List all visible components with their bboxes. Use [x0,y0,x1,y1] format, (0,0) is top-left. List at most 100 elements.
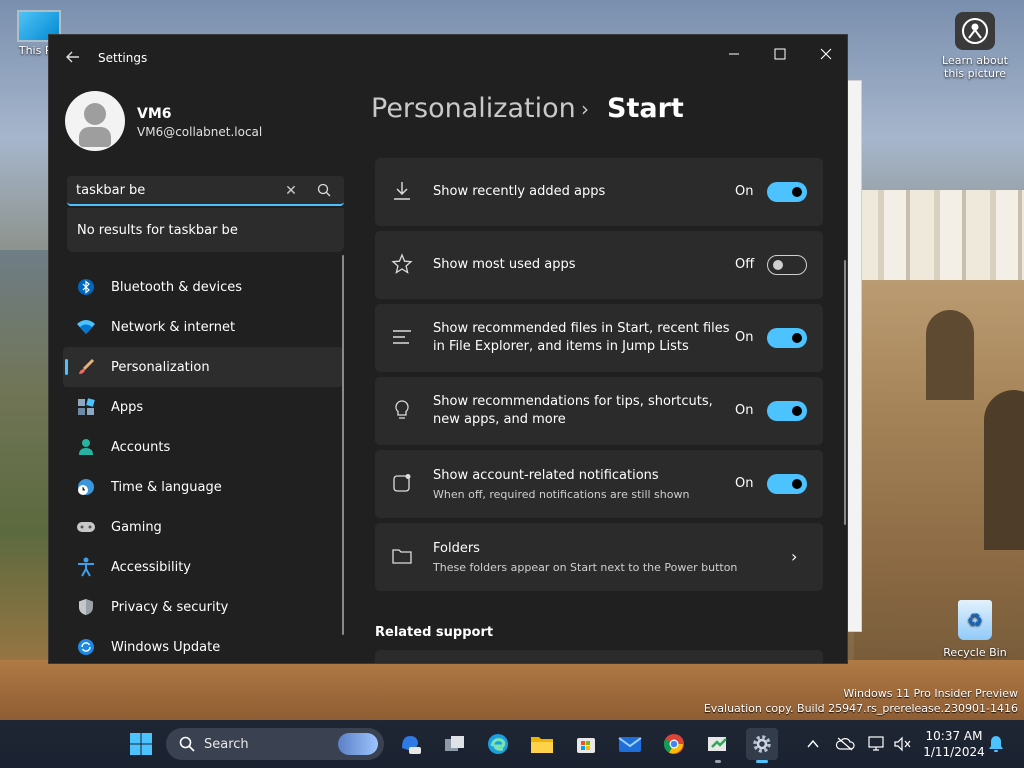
edge-icon [488,734,508,754]
taskbar-search[interactable]: Search [166,728,384,760]
sidebar-item-label: Privacy & security [111,599,229,615]
taskbar-clock[interactable]: 10:37 AM 1/11/2024 [918,728,990,760]
network-tray-button[interactable] [867,734,887,754]
folder-icon [531,737,553,753]
setting-recently-added-apps: Show recently added apps On [375,158,823,226]
clear-search-icon[interactable]: ✕ [281,181,301,201]
setting-title: Show most used apps [433,257,576,272]
chrome-button[interactable] [658,728,690,760]
settings-taskbar-button[interactable] [746,728,778,763]
most-used-apps-toggle[interactable] [767,255,807,275]
sidebar-item-time-language[interactable]: Time & language [63,467,343,507]
search-icon[interactable] [316,182,334,200]
mail-button[interactable] [614,728,646,760]
setting-title-line-1: Show recommendations for tips, shortcuts… [433,394,713,409]
recommended-files-toggle[interactable] [767,328,807,348]
globe-clock-icon [75,476,97,498]
recycle-bin-desktop-icon[interactable]: ♻ Recycle Bin [940,600,1010,659]
chevron-right-icon: › [791,547,798,566]
sidebar-item-apps[interactable]: Apps [63,387,343,427]
toggle-state-label: On [735,403,754,418]
settings-search-box[interactable]: ✕ [67,176,344,206]
search-icon [179,736,195,752]
sidebar-item-bluetooth[interactable]: Bluetooth & devices [63,267,343,307]
toggle-state-label: On [735,330,754,345]
remote-desktop-icon [708,737,727,751]
shield-icon [75,596,97,618]
learn-label-line-1: Learn about [942,54,1008,67]
watermark-line-2: Evaluation copy. Build 25947.rs_prerelea… [703,702,1018,715]
minimize-button[interactable] [711,39,757,69]
remote-app-button[interactable] [702,728,734,763]
maximize-icon [774,48,786,60]
start-button[interactable] [125,728,157,760]
show-hidden-icons-button[interactable] [803,734,823,754]
task-view-button[interactable] [439,728,471,760]
sidebar-item-accounts[interactable]: Accounts [63,427,343,467]
chrome-icon [663,734,684,754]
copilot-preview-button[interactable] [394,728,426,760]
sidebar-item-windows-update[interactable]: Windows Update [63,627,343,663]
wallpaper-houses [854,190,1024,280]
account-notifications-toggle[interactable] [767,474,807,494]
sidebar-item-personalization[interactable]: Personalization [63,347,343,387]
list-icon [391,326,415,350]
store-button[interactable] [570,728,602,760]
sidebar-item-accessibility[interactable]: Accessibility [63,547,343,587]
setting-title-line-2: new apps, and more [433,412,566,427]
wifi-icon [75,316,97,338]
onedrive-tray-button[interactable] [835,734,855,754]
edge-button[interactable] [482,728,514,760]
setting-title-line-1: Show recommended files in Start, recent … [433,321,730,336]
sidebar-nav: Bluetooth & devices Network & internet P… [63,267,343,663]
search-input[interactable] [67,176,277,204]
clock-time: 10:37 AM [925,729,983,743]
back-arrow-icon[interactable] [63,49,83,69]
recommendations-tips-toggle[interactable] [767,401,807,421]
search-suggestion: No results for taskbar be [67,208,344,252]
volume-muted-icon [894,736,911,752]
breadcrumb-parent[interactable]: Personalization [371,93,576,124]
close-button[interactable] [803,39,847,69]
setting-subtitle: When off, required notifications are sti… [433,488,690,501]
brush-icon [75,356,97,378]
setting-most-used-apps: Show most used apps Off [375,231,823,299]
title-bar[interactable]: Settings [49,35,847,81]
sidebar-item-privacy[interactable]: Privacy & security [63,587,343,627]
taskbar-search-label: Search [204,736,249,752]
avatar[interactable] [65,91,125,151]
toggle-state-label: On [735,184,754,199]
setting-title: Show recently added apps [433,184,606,199]
update-icon [75,636,97,658]
sidebar-item-label: Bluetooth & devices [111,279,242,295]
learn-about-picture-desktop-icon[interactable]: Learn about this picture [938,12,1012,80]
recently-added-apps-toggle[interactable] [767,182,807,202]
notification-center-button[interactable] [986,734,1006,754]
breadcrumb-separator: › [581,97,589,121]
main-scrollbar[interactable] [844,260,846,525]
volume-tray-button[interactable] [892,734,912,754]
sidebar-item-label: Accessibility [111,559,191,575]
download-icon [391,180,415,204]
sidebar-item-gaming[interactable]: Gaming [63,507,343,547]
setting-folders[interactable]: Folders These folders appear on Start ne… [375,523,823,591]
accessibility-icon [75,556,97,578]
related-support-card[interactable] [375,650,823,663]
window-title: Settings [98,51,148,65]
page-title: Start [607,93,684,124]
lightbulb-icon [391,399,415,423]
search-highlight-art [338,733,378,755]
sidebar-scrollbar[interactable] [342,255,344,635]
evaluation-watermark: Windows 11 Pro Insider Preview Evaluatio… [704,686,1018,716]
sidebar-item-network[interactable]: Network & internet [63,307,343,347]
maximize-button[interactable] [757,39,803,69]
file-explorer-button[interactable] [526,728,558,760]
bluetooth-icon [75,276,97,298]
windows-logo-icon [130,733,152,755]
star-icon [391,253,415,277]
toggle-state-label: On [735,476,754,491]
task-view-icon [445,736,464,751]
sidebar-item-label: Network & internet [111,319,236,335]
toggle-state-label: Off [735,257,755,272]
user-name: VM6 [137,106,172,122]
